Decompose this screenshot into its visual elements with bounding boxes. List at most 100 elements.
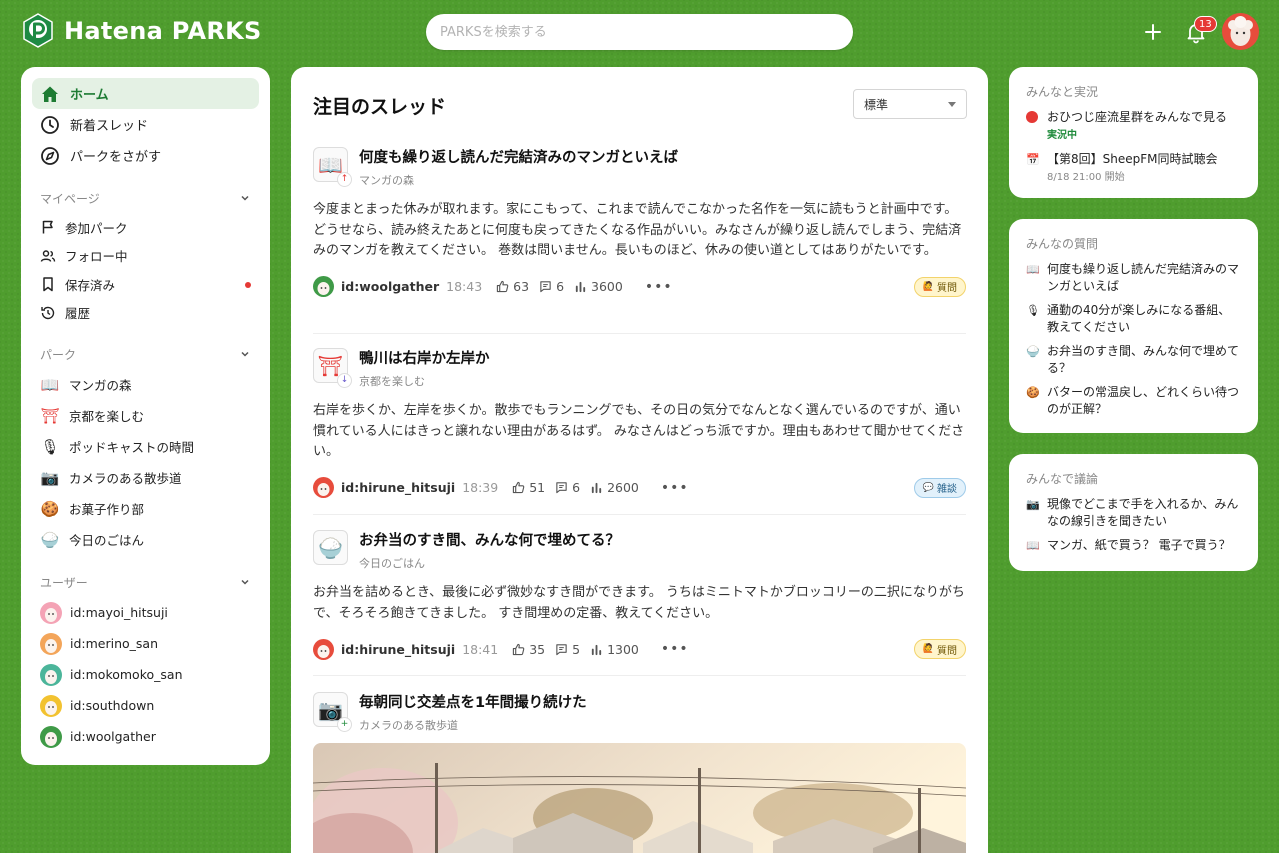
question-item[interactable]: 🍚 お弁当のすき間、みんな何で埋めてる？ xyxy=(1026,343,1241,377)
search-input[interactable] xyxy=(426,14,853,50)
sort-dropdown[interactable]: 標準 xyxy=(853,89,967,119)
thread-photo[interactable] xyxy=(313,743,966,853)
caret-down-icon xyxy=(948,101,956,107)
bar-chart-icon xyxy=(591,482,602,494)
user-label: id:mayoi_hitsuji xyxy=(70,605,168,620)
thread-park[interactable]: 京都を楽しむ xyxy=(359,373,490,389)
bookmark-icon xyxy=(43,277,53,292)
sidebar-user-southdown[interactable]: id:southdown xyxy=(32,690,259,721)
park-icon: ⛩ ↓ xyxy=(313,348,352,388)
nav-home[interactable]: ホーム xyxy=(32,78,259,109)
nav-label: ホーム xyxy=(70,88,109,103)
question-item[interactable]: 🎙 通勤の40分が楽しみになる番組、教えてください xyxy=(1026,302,1241,336)
question-item[interactable]: 📖 何度も繰り返し読んだ完結済みのマンガといえば xyxy=(1026,261,1241,295)
question-label: バターの常温戻し、どれくらい待つのが正解？ xyxy=(1047,385,1240,416)
nav-label: パークをさがす xyxy=(70,150,162,165)
view-stat: 3600 xyxy=(574,279,623,294)
park-label: カメラのある散歩道 xyxy=(69,471,182,486)
thread-card[interactable]: 📖 ↑ 何度も繰り返し読んだ完結済みのマンガといえば マンガの森 今度まとまった… xyxy=(313,147,966,334)
book-icon: 📖 xyxy=(1026,263,1040,276)
thread-tag[interactable]: 🙋 質問 xyxy=(913,276,966,297)
mypage-history[interactable]: 履歴 xyxy=(32,299,259,328)
tag-label: 質問 xyxy=(937,645,957,657)
live-item-time: 8/18 21:00 開始 xyxy=(1047,172,1125,183)
more-options-icon[interactable]: ••• xyxy=(661,480,689,496)
nav-new-threads[interactable]: 新着スレッド xyxy=(32,109,259,140)
sidebar-user-mayoi[interactable]: id:mayoi_hitsuji xyxy=(32,597,259,628)
user-avatar[interactable] xyxy=(1222,13,1259,50)
discussion-item[interactable]: 📷 現像でどこまで手を入れるか、みんなの線引きを聞きたい xyxy=(1026,496,1241,530)
street-photo-image xyxy=(313,743,966,853)
thread-park[interactable]: カメラのある散歩道 xyxy=(359,717,587,733)
question-icon: 🙋 xyxy=(922,281,934,292)
comment-button[interactable]: 6 xyxy=(555,480,580,495)
section-users-header[interactable]: ユーザー xyxy=(32,567,259,597)
sheep-avatar-icon xyxy=(40,694,62,717)
live-item[interactable]: 📅 【第8回】SheepFM同時試聴会 8/18 21:00 開始 xyxy=(1026,151,1241,186)
sidebar-park-podcast[interactable]: 🎙 ポッドキャストの時間 xyxy=(32,431,259,462)
sidebar-park-manga[interactable]: 📖 マンガの森 xyxy=(32,369,259,400)
thread-title[interactable]: 何度も繰り返し読んだ完結済みのマンガといえば xyxy=(359,146,678,167)
mypage-saved[interactable]: 保存済み xyxy=(32,270,259,299)
app-logo[interactable]: Hatena PARKS xyxy=(20,13,262,49)
thread-title[interactable]: 鴨川は右岸か左岸か xyxy=(359,347,490,368)
sidebar-park-camera[interactable]: 📷 カメラのある散歩道 xyxy=(32,462,259,493)
comment-button[interactable]: 6 xyxy=(539,279,564,294)
mypage-label: 保存済み xyxy=(65,277,116,293)
sidebar-user-woolgather[interactable]: id:woolgather xyxy=(32,721,259,752)
thread-park[interactable]: 今日のごはん xyxy=(359,555,620,571)
thread-card[interactable]: 🍚 お弁当のすき間、みんな何で埋めてる？ 今日のごはん お弁当を詰めるとき、最後… xyxy=(313,530,966,676)
thread-meta: id:hirune_hitsuji 18:41 35 5 1300 ••• 🙋 質… xyxy=(313,638,966,660)
more-options-icon[interactable]: ••• xyxy=(645,279,673,295)
thread-author[interactable]: id:hirune_hitsuji xyxy=(341,642,455,657)
nav-find-parks[interactable]: パークをさがす xyxy=(32,140,259,171)
bar-chart-icon xyxy=(591,644,602,655)
thread-tag[interactable]: 🙋 質問 xyxy=(913,639,966,659)
app-name: Hatena PARKS xyxy=(64,17,262,45)
thread-card[interactable]: ⛩ ↓ 鴨川は右岸か左岸か 京都を楽しむ 右岸を歩くか、左岸を歩くか。散歩でもラ… xyxy=(313,348,966,515)
thread-park[interactable]: マンガの森 xyxy=(359,172,678,188)
sheep-avatar-icon[interactable] xyxy=(313,276,334,297)
thread-time: 18:41 xyxy=(462,641,499,657)
card-title: みんなの質問 xyxy=(1026,237,1099,251)
thread-title[interactable]: お弁当のすき間、みんな何で埋めてる？ xyxy=(359,529,620,550)
park-label: マンガの森 xyxy=(69,378,132,393)
sidebar-user-merino[interactable]: id:merino_san xyxy=(32,628,259,659)
plus-icon[interactable] xyxy=(1141,20,1165,44)
question-item[interactable]: 🍪 バターの常温戻し、どれくらい待つのが正解？ xyxy=(1026,384,1241,418)
live-item[interactable]: おひつじ座流星群をみんなで見る 実況中 xyxy=(1026,109,1241,144)
mypage-label: 参加パーク xyxy=(65,220,128,236)
section-parks-header[interactable]: パーク xyxy=(32,339,259,369)
sheep-avatar-icon xyxy=(40,725,62,748)
mypage-joined-parks[interactable]: 参加パーク xyxy=(32,213,259,242)
sheep-avatar-icon[interactable] xyxy=(313,638,334,660)
sidebar-park-kyoto[interactable]: ⛩ 京都を楽しむ xyxy=(32,400,259,431)
discussion-item[interactable]: 📖 マンガ、紙で買う？ 電子で買う？ xyxy=(1026,537,1241,554)
mypage-following[interactable]: フォロー中 xyxy=(32,242,259,271)
thread-title[interactable]: 毎朝同じ交差点を1年間撮り続けた xyxy=(359,691,587,712)
questions-card: みんなの質問 📖 何度も繰り返し読んだ完結済みのマンガといえば 🎙 通勤の40分… xyxy=(1009,219,1258,433)
question-icon: 🙋 xyxy=(922,644,934,654)
thread-author[interactable]: id:woolgather xyxy=(341,279,439,294)
more-options-icon[interactable]: ••• xyxy=(661,641,689,657)
notification-badge: 13 xyxy=(1194,16,1217,32)
sidebar-user-mokomoko[interactable]: id:mokomoko_san xyxy=(32,659,259,690)
sidebar-park-sweets[interactable]: 🍪 お菓子作り部 xyxy=(32,493,259,524)
sheep-avatar-icon xyxy=(40,663,62,686)
section-mypage-header[interactable]: マイページ xyxy=(32,183,259,213)
left-sidebar: ホーム 新着スレッド パークをさがす マイページ 参加パーク フォロー中 保存済… xyxy=(21,67,270,765)
view-count: 2600 xyxy=(607,480,639,495)
like-button[interactable]: 63 xyxy=(496,279,529,294)
home-icon xyxy=(42,86,58,102)
user-label: id:mokomoko_san xyxy=(70,667,183,682)
like-button[interactable]: 35 xyxy=(512,642,545,657)
flag-icon xyxy=(42,221,53,234)
sidebar-park-meals[interactable]: 🍚 今日のごはん xyxy=(32,524,259,555)
thread-author[interactable]: id:hirune_hitsuji xyxy=(341,480,455,495)
question-label: お弁当のすき間、みんな何で埋めてる？ xyxy=(1047,344,1240,375)
like-button[interactable]: 51 xyxy=(512,480,545,495)
thread-tag[interactable]: 💬 雑談 xyxy=(913,477,966,498)
user-label: id:woolgather xyxy=(70,729,156,744)
comment-button[interactable]: 5 xyxy=(555,642,580,657)
sheep-avatar-icon[interactable] xyxy=(313,477,334,498)
